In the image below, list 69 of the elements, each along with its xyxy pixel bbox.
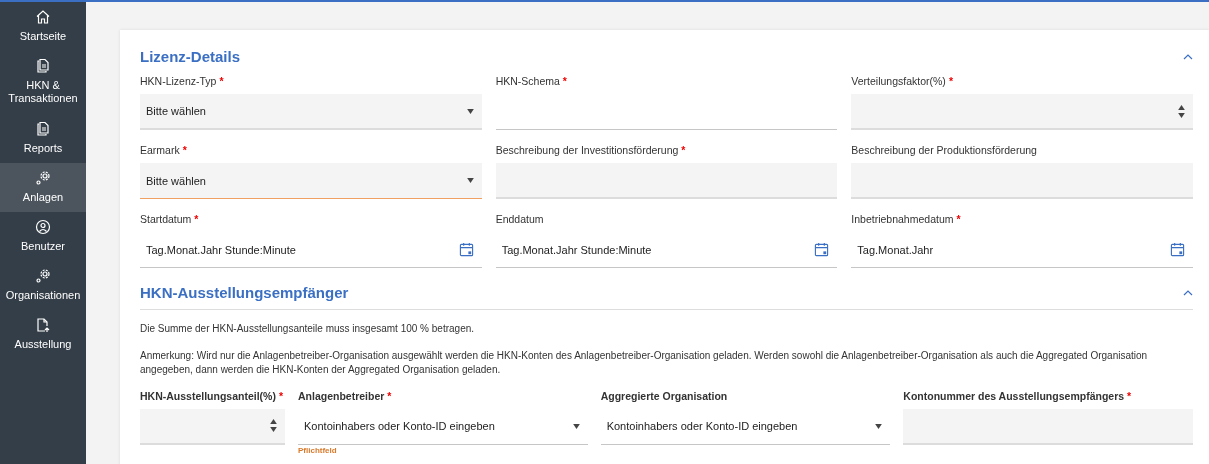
export-icon <box>35 317 51 334</box>
required-mark: * <box>387 389 392 402</box>
info-text: Die Summe der HKN-Ausstellungsanteile muss insgesamt 100 % betragen. <box>140 322 476 336</box>
input-field[interactable] <box>851 94 1193 130</box>
input-field[interactable] <box>851 163 1193 199</box>
info-text: Anmerkung: Wird nur die Anlagenbetreiber-Organisation ausgewählt werden die HKN-Konten des Anlagenbetreiber-Organisation geladen. Werden sowohl die Anlagenbetreiber-Organisation als auch die Aggregated Organisation angegeben, dann werden die HKN-Konten der Aggregated Organisation geladen. <box>140 348 1149 377</box>
required-mark: * <box>278 389 284 402</box>
input-field[interactable] <box>495 163 838 199</box>
spin-down-icon[interactable] <box>1178 112 1185 118</box>
field-label: HKN-Ausstellungsanteil(%) <box>140 389 276 402</box>
sidebar-item[interactable]: Startseite <box>0 2 86 52</box>
dropdown-caret-icon[interactable] <box>572 423 580 429</box>
field-label: HKN-Schema <box>495 75 560 87</box>
field-label: Verteilungsfaktor(%) <box>851 75 946 87</box>
dropdown-caret-icon[interactable] <box>466 108 474 114</box>
field-label: HKN-Lizenz-Typ <box>140 75 217 87</box>
required-mark: * <box>948 75 953 87</box>
required-mark: * <box>956 213 961 225</box>
required-mark: * <box>681 144 686 156</box>
spin-up-icon[interactable] <box>1178 104 1185 110</box>
field-label: Kontonummer des Ausstellungsempfängers <box>903 389 1125 402</box>
required-mark: * <box>562 75 567 87</box>
dropdown-caret-icon[interactable] <box>875 423 883 429</box>
error-message: Pflichtfeld <box>298 445 338 455</box>
date-placeholder: Tag.Monat.Jahr Stunde:Minute <box>501 243 652 256</box>
calendar-icon[interactable] <box>814 242 830 257</box>
field-label: Inbetriebnahmedatum <box>851 213 954 225</box>
sidebar-item[interactable]: Anlagen <box>0 162 86 212</box>
chevron-icon[interactable] <box>1183 289 1193 296</box>
select-field[interactable]: Bitte wählen <box>140 163 482 199</box>
date-placeholder: Tag.Monat.Jahr <box>857 243 934 256</box>
field-label: Startdatum <box>140 213 192 225</box>
field-label: Beschreibung der Produktionsförderung <box>851 144 1037 156</box>
gears-icon <box>35 268 51 285</box>
document-icon <box>35 58 51 75</box>
input-field[interactable] <box>140 408 285 445</box>
home-icon <box>35 9 51 25</box>
spin-up-icon[interactable] <box>270 419 277 424</box>
field-label: Aggregierte Organisation <box>600 389 728 402</box>
required-mark: * <box>1127 389 1132 402</box>
document-icon <box>35 120 51 137</box>
field-label: Anlagenbetreiber <box>298 389 385 402</box>
select-placeholder: Kontoinhabers oder Konto-ID eingeben <box>606 420 798 432</box>
required-mark: * <box>194 213 199 225</box>
field-label: Beschreibung der Investitionsförderung <box>495 144 679 156</box>
sidebar-item[interactable]: Ausstellung <box>0 310 86 360</box>
field-label: Earmark <box>140 144 180 156</box>
sidebar-item[interactable]: Benutzer <box>0 211 86 262</box>
select-placeholder: Bitte wählen <box>146 174 206 187</box>
sidebar-item[interactable]: Organisationen <box>0 261 86 311</box>
chevron-icon[interactable] <box>1183 53 1193 60</box>
section-title: HKN-Ausstellungsempfänger <box>140 284 349 301</box>
section-title: Lizenz-Details <box>140 48 241 65</box>
calendar-icon[interactable] <box>458 242 474 257</box>
date-placeholder: Tag.Monat.Jahr Stunde:Minute <box>146 243 296 256</box>
spin-down-icon[interactable] <box>270 427 277 432</box>
dropdown-caret-icon[interactable] <box>466 178 474 183</box>
user-icon <box>35 218 51 235</box>
field-label: Enddatum <box>495 213 544 225</box>
select-field[interactable]: Bitte wählen <box>140 94 482 130</box>
required-mark: * <box>182 144 187 156</box>
sidebar-item[interactable]: HKN & Transaktionen <box>0 51 86 114</box>
select-placeholder: Kontoinhabers oder Konto-ID eingeben <box>304 420 495 432</box>
calendar-icon[interactable] <box>1170 242 1185 257</box>
gears-icon <box>35 169 51 186</box>
required-mark: * <box>219 75 224 87</box>
sidebar-item[interactable]: Reports <box>0 113 86 163</box>
select-placeholder: Bitte wählen <box>146 105 206 117</box>
input-field[interactable] <box>903 408 1193 445</box>
